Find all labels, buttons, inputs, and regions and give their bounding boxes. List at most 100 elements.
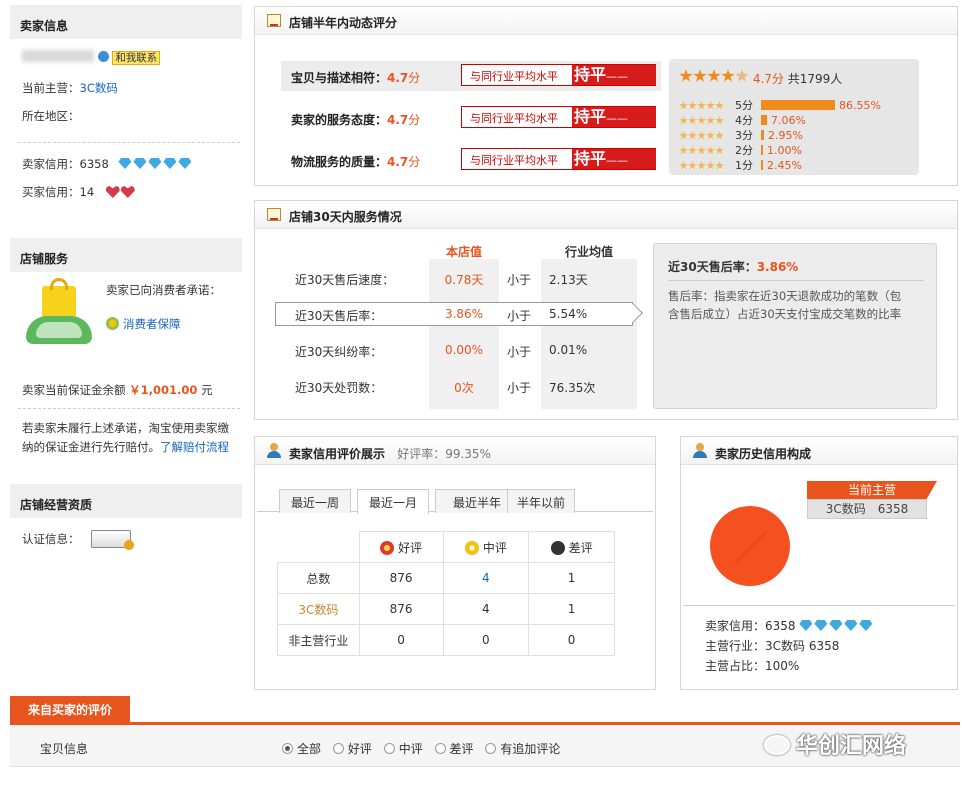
diamond-icons[interactable] bbox=[118, 157, 193, 171]
bomb-icon bbox=[550, 540, 565, 555]
diamond-icon bbox=[163, 158, 177, 169]
star-icon bbox=[697, 161, 706, 170]
compare-badge: 与同行业平均水平 持平—— bbox=[461, 106, 656, 128]
filter-label: 中评 bbox=[398, 742, 423, 756]
summary-stars bbox=[679, 69, 749, 86]
star-icon bbox=[706, 101, 715, 110]
filter-good[interactable]: 好评 bbox=[332, 742, 372, 756]
distribution-bar bbox=[761, 130, 764, 140]
bad-count: 1 bbox=[528, 593, 615, 625]
row-label: 总数 bbox=[277, 562, 360, 594]
seller-name-row: 和我联系 bbox=[22, 50, 161, 65]
tab-last-week[interactable]: 最近一周 bbox=[279, 489, 351, 513]
star-icon bbox=[697, 131, 706, 140]
calendar-icon bbox=[267, 208, 281, 221]
star-icon bbox=[697, 101, 706, 110]
star-icon bbox=[707, 69, 721, 82]
diamond-icon bbox=[178, 158, 192, 169]
distribution-percent: 2.45% bbox=[767, 159, 802, 172]
rating-score: 4.7 bbox=[387, 71, 409, 85]
compare-badge: 与同行业平均水平 持平—— bbox=[461, 64, 656, 86]
seller-credit-value: 6358 bbox=[79, 157, 109, 171]
service-30d-panel: 店铺30天内服务情况 本店值 行业均值 近30天售后速度： 0.78天 小于 2.13… bbox=[254, 200, 958, 420]
rating-score: 4.7 bbox=[387, 155, 409, 169]
service-detail-box: 近30天售后率：3.86% 售后率：指卖家在近30天退款成功的笔数（包 含售后成… bbox=[653, 243, 937, 409]
rating-row-logistics[interactable]: 物流服务的质量：4.7分 bbox=[291, 153, 420, 170]
tab-before-half-year[interactable]: 半年以前 bbox=[507, 489, 575, 513]
detail-desc-line1: 售后率：指卖家在近30天退款成功的笔数（包 bbox=[668, 289, 902, 303]
guarantee-icon bbox=[106, 317, 119, 330]
cert-row: 认证信息： bbox=[22, 530, 135, 550]
diamond-icon bbox=[814, 620, 828, 631]
pie-slice-main[interactable] bbox=[710, 506, 790, 586]
red-flower-icon bbox=[380, 540, 395, 555]
promise-text: 卖家已向消费者承诺： bbox=[106, 283, 221, 297]
star-icon bbox=[697, 146, 706, 155]
history-main-industry: 主营行业：3C数码 6358 bbox=[705, 639, 840, 653]
mid-count: 0 bbox=[442, 624, 530, 656]
good-count: 0 bbox=[358, 624, 444, 656]
mid-count-link[interactable]: 4 bbox=[442, 562, 530, 594]
star-icon bbox=[697, 116, 706, 125]
detail-value: 3.86% bbox=[756, 260, 799, 274]
filter-label: 差评 bbox=[449, 742, 474, 756]
star-icon bbox=[679, 101, 688, 110]
mid-count: 4 bbox=[442, 593, 530, 625]
distribution-row: 1分 2.45% bbox=[679, 157, 802, 173]
service-30d-header: 店铺30天内服务情况 bbox=[255, 201, 957, 229]
service-compare: 小于 bbox=[507, 273, 532, 287]
buyer-credit-value: 14 bbox=[79, 185, 95, 199]
table-row: 非主营行业 0 0 0 bbox=[277, 624, 615, 656]
star-icon bbox=[715, 131, 724, 140]
filter-bad[interactable]: 差评 bbox=[434, 742, 474, 756]
distribution-bar bbox=[761, 100, 835, 110]
distribution-percent: 1.00% bbox=[767, 144, 802, 157]
wangwang-icon[interactable] bbox=[97, 51, 109, 62]
main-business-link[interactable]: 3C数码 bbox=[80, 81, 118, 95]
heart-icons[interactable] bbox=[105, 185, 136, 199]
tab-buyer-reviews[interactable]: 来自买家的评价 bbox=[10, 696, 130, 724]
star-icon bbox=[715, 101, 724, 110]
filter-mid[interactable]: 中评 bbox=[383, 742, 423, 756]
radio-icon bbox=[332, 743, 344, 754]
credit-display-header: 卖家信用评价展示 好评率：99.35% bbox=[255, 437, 655, 465]
radio-icon bbox=[485, 743, 497, 754]
divider bbox=[18, 408, 240, 409]
distribution-row: 2分 1.00% bbox=[679, 142, 802, 157]
star-icon bbox=[679, 69, 693, 82]
guarantee-row: 消费者保障 bbox=[106, 316, 181, 332]
diamond-icon bbox=[148, 158, 162, 169]
star-icon bbox=[715, 161, 724, 170]
star-half-icon bbox=[735, 69, 749, 82]
compensation-process-link[interactable]: 了解赔付流程 bbox=[160, 440, 229, 454]
filter-followup[interactable]: 有追加评论 bbox=[485, 742, 560, 756]
service-compare: 小于 bbox=[507, 309, 532, 323]
contact-me-link[interactable]: 和我联系 bbox=[112, 51, 161, 65]
divider bbox=[18, 142, 240, 143]
good-header: 好评 bbox=[358, 531, 444, 563]
status-dash: —— bbox=[606, 154, 629, 167]
history-credit-panel: 卖家历史信用构成 当前主营 3C数码 6358 卖家信用：6358 主营行业：3… bbox=[680, 436, 958, 690]
tab-last-month[interactable]: 最近一月 bbox=[357, 489, 429, 514]
header-label: 差评 bbox=[568, 540, 593, 555]
mini-stars bbox=[679, 160, 735, 173]
service-industry-value: 0.01% bbox=[549, 343, 588, 357]
bad-count: 0 bbox=[528, 624, 615, 656]
distribution-label: 1分 bbox=[735, 159, 753, 172]
star-icon bbox=[688, 101, 697, 110]
credit-table: 好评 中评 差评 总数 876 4 1 3C数码 876 4 1 非主营行业 0… bbox=[277, 531, 615, 656]
radio-icon bbox=[282, 743, 293, 754]
diamond-icon bbox=[799, 620, 813, 631]
rating-row-description[interactable]: 宝贝与描述相符：4.7分 bbox=[291, 69, 420, 86]
good-count: 876 bbox=[358, 562, 444, 594]
seller-credit-label: 卖家信用： bbox=[22, 157, 80, 171]
certificate-icon[interactable] bbox=[91, 530, 135, 550]
consumer-guarantee-link[interactable]: 消费者保障 bbox=[123, 317, 181, 331]
seller-name-blurred bbox=[22, 50, 94, 62]
distribution-percent: 2.95% bbox=[768, 129, 803, 142]
filter-all[interactable]: 全部 bbox=[282, 742, 321, 756]
star-icon bbox=[706, 116, 715, 125]
compare-badge: 与同行业平均水平 持平—— bbox=[461, 148, 656, 170]
summary-score: 4.7分 bbox=[752, 72, 784, 86]
rating-row-service[interactable]: 卖家的服务态度：4.7分 bbox=[291, 111, 420, 128]
